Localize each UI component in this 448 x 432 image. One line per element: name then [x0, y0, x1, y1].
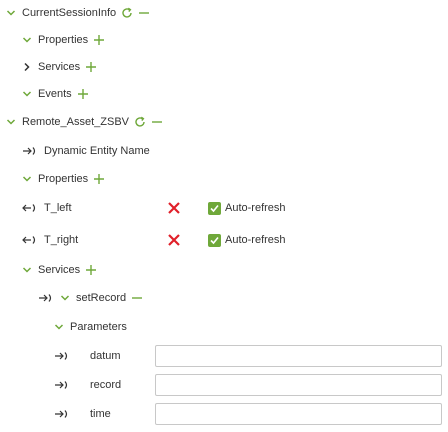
node-label: setRecord: [76, 292, 127, 304]
tree-node-remote-asset[interactable]: Remote_Asset_ZSBV: [6, 112, 163, 132]
input-arrow-icon: [54, 380, 70, 390]
output-arrow-icon: [22, 203, 38, 213]
plus-icon[interactable]: [77, 88, 89, 100]
tree-node-services[interactable]: Services: [22, 57, 97, 77]
parameter-label: record: [90, 379, 122, 391]
node-label: Services: [38, 61, 81, 73]
minus-icon[interactable]: [131, 292, 143, 304]
tree-node-properties[interactable]: Properties: [22, 30, 105, 50]
chevron-down-icon[interactable]: [22, 35, 32, 45]
chevron-down-icon[interactable]: [22, 265, 32, 275]
checkbox-label: Auto-refresh: [225, 202, 286, 214]
tree-node-dynamic-entity-name[interactable]: Dynamic Entity Name: [22, 141, 150, 161]
tree-node-services[interactable]: Services: [22, 260, 97, 280]
chevron-down-icon[interactable]: [22, 89, 32, 99]
chevron-down-icon[interactable]: [54, 322, 64, 332]
node-label: Dynamic Entity Name: [44, 145, 150, 157]
node-label: Properties: [38, 34, 89, 46]
property-row-tright: T_right: [22, 230, 78, 250]
input-arrow-icon: [38, 293, 54, 303]
auto-refresh-checkbox[interactable]: Auto-refresh: [208, 198, 286, 218]
tree-node-set-record[interactable]: setRecord: [38, 288, 143, 308]
tree-node-events[interactable]: Events: [22, 84, 89, 104]
parameter-label: datum: [90, 350, 121, 362]
tree-node-current-session-info[interactable]: CurrentSessionInfo: [6, 3, 150, 23]
close-icon[interactable]: [167, 233, 181, 247]
property-label: T_right: [44, 234, 79, 246]
close-icon[interactable]: [167, 201, 181, 215]
property-row-tleft: T_left: [22, 198, 72, 218]
plus-icon[interactable]: [93, 173, 105, 185]
node-label: CurrentSessionInfo: [22, 7, 117, 19]
chevron-down-icon[interactable]: [22, 174, 32, 184]
input-arrow-icon: [22, 146, 38, 156]
node-label: Services: [38, 264, 81, 276]
input-arrow-icon: [54, 409, 70, 419]
plus-icon[interactable]: [85, 264, 97, 276]
parameter-label: time: [90, 408, 111, 420]
plus-icon[interactable]: [85, 61, 97, 73]
chevron-down-icon[interactable]: [6, 117, 16, 127]
refresh-icon[interactable]: [134, 116, 146, 128]
refresh-icon[interactable]: [121, 7, 133, 19]
datum-input[interactable]: [155, 345, 442, 367]
checkbox-checked-icon[interactable]: [208, 233, 221, 247]
plus-icon[interactable]: [93, 34, 105, 46]
record-input[interactable]: [155, 374, 442, 396]
property-label: T_left: [44, 202, 72, 214]
auto-refresh-checkbox[interactable]: Auto-refresh: [208, 230, 286, 250]
checkbox-label: Auto-refresh: [225, 234, 286, 246]
node-label: Parameters: [70, 321, 127, 333]
time-input[interactable]: [155, 403, 442, 425]
parameter-row: record: [54, 375, 121, 395]
output-arrow-icon: [22, 235, 38, 245]
parameter-row: datum: [54, 346, 121, 366]
parameter-row: time: [54, 404, 111, 424]
node-label: Properties: [38, 173, 89, 185]
chevron-down-icon[interactable]: [6, 8, 16, 18]
chevron-down-icon[interactable]: [60, 293, 70, 303]
minus-icon[interactable]: [151, 116, 163, 128]
chevron-right-icon[interactable]: [22, 62, 32, 72]
minus-icon[interactable]: [138, 7, 150, 19]
input-arrow-icon: [54, 351, 70, 361]
tree-node-parameters[interactable]: Parameters: [54, 317, 127, 337]
node-label: Remote_Asset_ZSBV: [22, 116, 129, 128]
tree-node-properties[interactable]: Properties: [22, 169, 105, 189]
checkbox-checked-icon[interactable]: [208, 201, 221, 215]
node-label: Events: [38, 88, 72, 100]
